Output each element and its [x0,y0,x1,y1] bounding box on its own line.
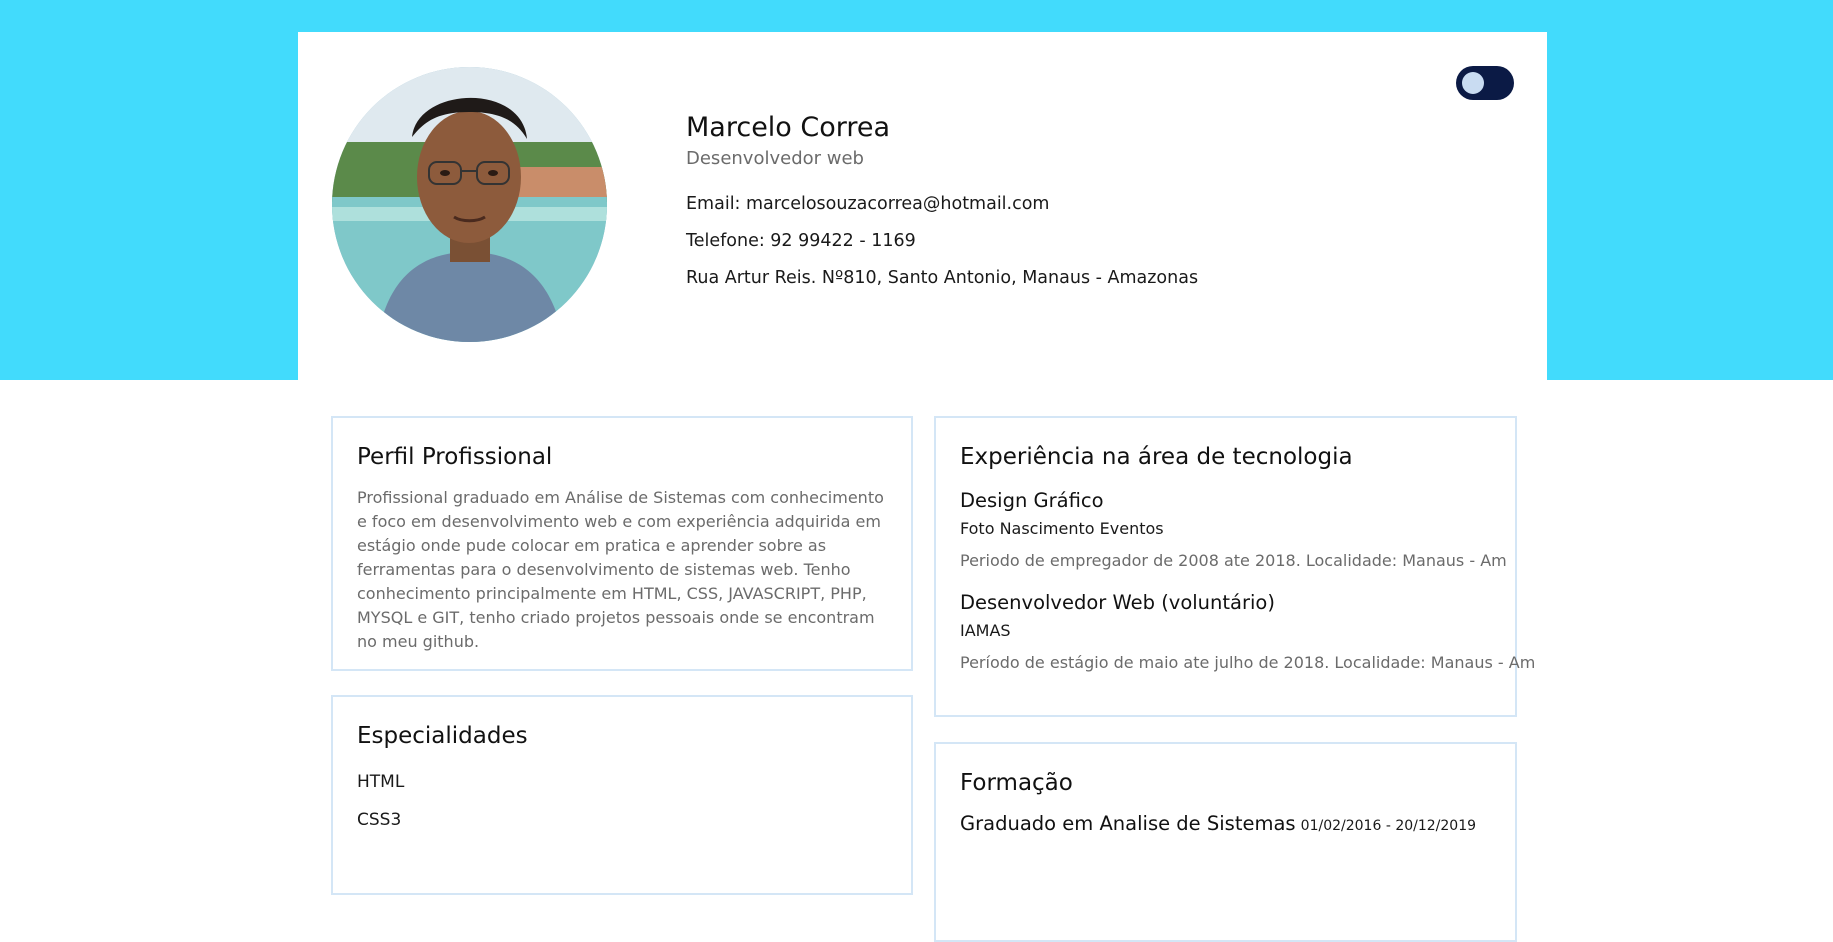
avatar [332,67,607,342]
education-dates: 01/02/2016 - 20/12/2019 [1300,818,1477,834]
toggle-knob [1462,72,1484,94]
job-entry: Desenvolvedor Web (voluntário) IAMAS Per… [960,590,1536,680]
job-period: Período de estágio de maio ate julho de … [960,653,1536,672]
education-title: Formação [960,770,1073,796]
education-degree: Graduado em Analise de Sistemas [960,812,1296,835]
profile-text: Profissional graduado em Análise de Sist… [357,488,884,651]
header-card: Marcelo Correa Desenvolvedor web Email: … [298,32,1547,380]
email-line: Email: marcelosouzacorrea@hotmail.com [686,194,1050,214]
job-period: Periodo de empregador de 2008 ate 2018. … [960,551,1507,570]
profile-title: Perfil Profissional [357,444,553,470]
contact-info: Marcelo Correa Desenvolvedor web Email: … [686,110,1386,297]
education-card: Formação Graduado em Analise de Sistemas… [934,742,1517,942]
skills-card: Especialidades HTML CSS3 [331,695,913,895]
phone-line: Telefone: 92 99422 - 1169 [686,231,916,251]
job-company: Foto Nascimento Eventos [960,519,1164,538]
job-entry: Design Gráfico Foto Nascimento Eventos P… [960,488,1507,578]
experience-card: Experiência na área de tecnologia Design… [934,416,1536,717]
skill-item: HTML [357,772,405,792]
skills-title: Especialidades [357,723,528,749]
job-title: Desenvolvedor Web (voluntário) [960,591,1275,614]
profile-name: Marcelo Correa [686,112,891,143]
skills-list: HTML CSS3 [357,763,887,839]
job-company: IAMAS [960,621,1011,640]
address-line: Rua Artur Reis. Nº810, Santo Antonio, Ma… [686,268,1199,288]
skill-item: CSS3 [357,810,402,830]
education-entry: Graduado em Analise de Sistemas 01/02/20… [960,812,1491,835]
profile-role: Desenvolvedor web [686,148,864,169]
profile-card: Perfil Profissional Profissional graduad… [331,416,913,671]
experience-title: Experiência na área de tecnologia [960,444,1353,470]
job-title: Design Gráfico [960,489,1104,512]
theme-toggle[interactable] [1456,66,1514,100]
